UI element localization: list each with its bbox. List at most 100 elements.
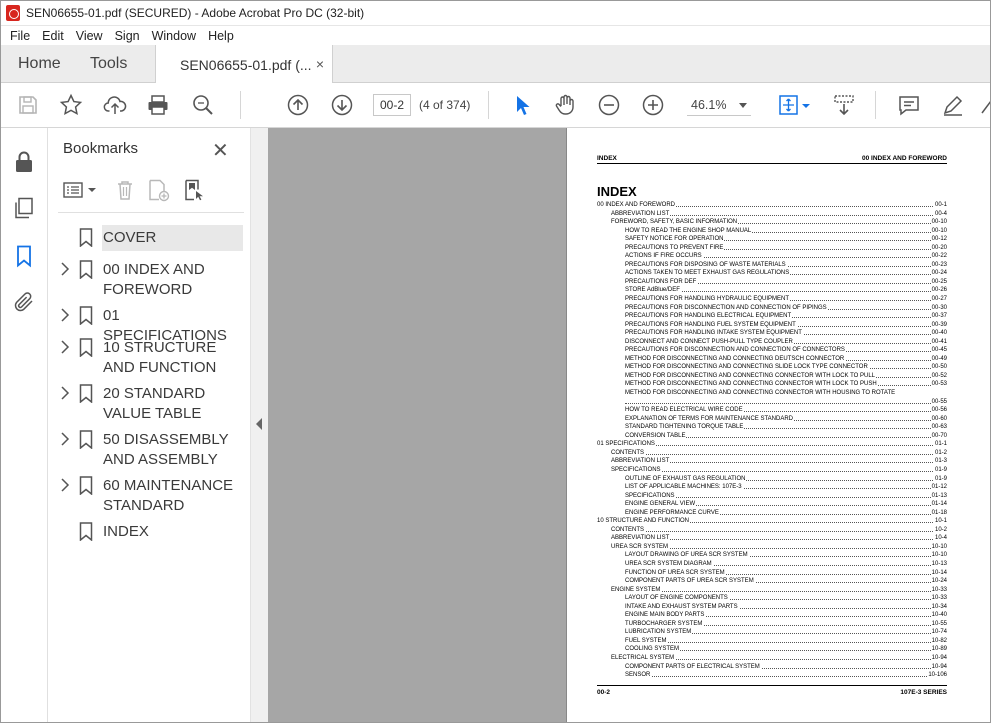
collapse-panel-icon[interactable] bbox=[256, 418, 262, 430]
toc-entry[interactable]: ABBREVIATION LIST 01-3 bbox=[597, 457, 947, 466]
toc-entry[interactable]: 00-55 bbox=[597, 397, 947, 407]
toc-entry[interactable]: 01 SPECIFICATIONS 01-1 bbox=[597, 440, 947, 449]
toc-entry[interactable]: UREA SCR SYSTEM 10-10 bbox=[597, 542, 947, 552]
toc-entry[interactable]: SPECIFICATIONS 01-9 bbox=[597, 465, 947, 475]
toc-entry[interactable]: ENGINE PERFORMANCE CURVE 01-18 bbox=[597, 508, 947, 518]
menu-edit[interactable]: Edit bbox=[36, 29, 70, 43]
toc-entry[interactable]: HOW TO READ ELECTRICAL WIRE CODE 00-56 bbox=[597, 406, 947, 415]
toc-entry[interactable]: PRECAUTIONS FOR HANDLING ELECTRICAL EQUI… bbox=[597, 312, 947, 321]
pages-thumbnail-icon[interactable] bbox=[12, 196, 36, 220]
close-tab-icon[interactable]: × bbox=[316, 56, 324, 72]
toc-entry[interactable]: PRECAUTIONS FOR HANDLING FUEL SYSTEM EQU… bbox=[597, 320, 947, 330]
toc-entry[interactable]: PRECAUTIONS FOR DISCONNECTION AND CONNEC… bbox=[597, 346, 947, 355]
toc-entry[interactable]: UREA SCR SYSTEM DIAGRAM 10-13 bbox=[597, 559, 947, 569]
toc-entry[interactable]: ENGINE SYSTEM 10-33 bbox=[597, 585, 947, 595]
toc-entry[interactable]: STORE AdBlue/DEF 00-26 bbox=[597, 286, 947, 296]
toc-entry[interactable]: LAYOUT DRAWING OF UREA SCR SYSTEM 10-10 bbox=[597, 551, 947, 560]
menu-view[interactable]: View bbox=[70, 29, 109, 43]
toc-entry[interactable]: METHOD FOR DISCONNECTING AND CONNECTING … bbox=[597, 380, 947, 390]
print-icon[interactable] bbox=[146, 93, 170, 117]
bookmark-panel-icon[interactable] bbox=[12, 244, 36, 268]
zoom-search-icon[interactable] bbox=[191, 93, 215, 117]
zoom-out-icon[interactable] bbox=[597, 93, 621, 117]
toc-entry[interactable]: LAYOUT OF ENGINE COMPONENTS 10-33 bbox=[597, 594, 947, 603]
tab-tools[interactable]: Tools bbox=[90, 45, 127, 83]
toc-entry[interactable]: METHOD FOR DISCONNECTING AND CONNECTING … bbox=[597, 371, 947, 381]
toc-entry[interactable]: ABBREVIATION LIST 10-4 bbox=[597, 534, 947, 543]
toc-entry[interactable]: CONTENTS 01-2 bbox=[597, 448, 947, 458]
select-cursor-icon[interactable] bbox=[510, 93, 534, 117]
zoom-select[interactable]: 46.1% bbox=[687, 94, 751, 116]
attachment-icon[interactable] bbox=[12, 290, 36, 314]
toc-entry[interactable]: PRECAUTIONS FOR HANDLING INTAKE SYSTEM E… bbox=[597, 329, 947, 338]
toc-entry[interactable]: ENGINE MAIN BODY PARTS 10-40 bbox=[597, 611, 947, 620]
toc-entry[interactable]: FOREWORD, SAFETY, BASIC INFORMATION 00-10 bbox=[597, 218, 947, 227]
page-down-icon[interactable] bbox=[330, 93, 354, 117]
toc-entry[interactable]: METHOD FOR DISCONNECTING AND CONNECTING … bbox=[597, 389, 947, 398]
close-panel-icon[interactable]: ✕ bbox=[212, 138, 229, 163]
document-viewport[interactable]: INDEX 00 INDEX AND FOREWORD INDEX 00 IND… bbox=[268, 128, 991, 723]
toc-entry[interactable]: ACTIONS IF FIRE OCCURS 00-22 bbox=[597, 252, 947, 261]
toc-entry[interactable]: LUBRICATION SYSTEM 10-74 bbox=[597, 628, 947, 637]
page-up-icon[interactable] bbox=[286, 93, 310, 117]
toc-entry[interactable]: FUEL SYSTEM 10-82 bbox=[597, 636, 947, 646]
chevron-right-icon[interactable] bbox=[60, 478, 70, 492]
comment-icon[interactable] bbox=[897, 93, 921, 117]
toc-entry[interactable]: COOLING SYSTEM 10-89 bbox=[597, 645, 947, 654]
tab-document[interactable]: SEN06655-01.pdf (... × bbox=[155, 45, 333, 84]
toc-entry[interactable]: METHOD FOR DISCONNECTING AND CONNECTING … bbox=[597, 363, 947, 372]
menu-file[interactable]: File bbox=[4, 29, 36, 43]
chevron-right-icon[interactable] bbox=[60, 262, 70, 276]
toc-entry[interactable]: FUNCTION OF UREA SCR SYSTEM 10-14 bbox=[597, 568, 947, 578]
fit-page-icon[interactable] bbox=[778, 93, 812, 117]
toc-entry[interactable]: ACTIONS TAKEN TO MEET EXHAUST GAS REGULA… bbox=[597, 269, 947, 278]
toc-entry[interactable]: PRECAUTIONS TO PREVENT FIRE 00-20 bbox=[597, 243, 947, 253]
toc-entry[interactable]: PRECAUTIONS FOR DISPOSING OF WASTE MATER… bbox=[597, 260, 947, 270]
save-icon[interactable] bbox=[16, 93, 40, 117]
more-tools-icon[interactable] bbox=[980, 93, 991, 117]
star-icon[interactable] bbox=[59, 93, 83, 117]
toc-entry[interactable]: COMPONENT PARTS OF ELECTRICAL SYSTEM 10-9… bbox=[597, 662, 947, 672]
toc-entry[interactable]: SPECIFICATIONS 01-13 bbox=[597, 491, 947, 501]
toc-entry[interactable]: PRECAUTIONS FOR DEF 00-25 bbox=[597, 277, 947, 287]
toc-entry[interactable]: SENSOR 10-106 bbox=[597, 671, 947, 680]
toc-entry[interactable]: 10 STRUCTURE AND FUNCTION 10-1 bbox=[597, 517, 947, 526]
scroll-mode-icon[interactable] bbox=[832, 93, 856, 117]
chevron-right-icon[interactable] bbox=[60, 308, 70, 322]
toc-entry[interactable]: CONVERSION TABLE 00-70 bbox=[597, 431, 947, 441]
bookmark-search-icon[interactable] bbox=[182, 178, 206, 202]
toc-entry[interactable]: METHOD FOR DISCONNECTING AND CONNECTING … bbox=[597, 354, 947, 364]
toc-entry[interactable]: HOW TO READ THE ENGINE SHOP MANUAL 00-10 bbox=[597, 226, 947, 236]
pen-icon[interactable] bbox=[941, 93, 965, 117]
toc-entry[interactable]: COMPONENT PARTS OF UREA SCR SYSTEM 10-24 bbox=[597, 577, 947, 586]
toc-entry[interactable]: TURBOCHARGER SYSTEM 10-55 bbox=[597, 619, 947, 629]
toc-entry[interactable]: ABBREVIATION LIST 00-4 bbox=[597, 209, 947, 219]
toc-entry[interactable]: INTAKE AND EXHAUST SYSTEM PARTS 10-34 bbox=[597, 602, 947, 612]
upload-cloud-icon[interactable] bbox=[103, 93, 127, 117]
chevron-right-icon[interactable] bbox=[60, 432, 70, 446]
toc-entry[interactable]: CONTENTS 10-2 bbox=[597, 525, 947, 535]
toc-entry[interactable]: PRECAUTIONS FOR HANDLING HYDRAULIC EQUIP… bbox=[597, 295, 947, 304]
menu-window[interactable]: Window bbox=[146, 29, 202, 43]
lock-icon[interactable] bbox=[12, 150, 36, 174]
menu-sign[interactable]: Sign bbox=[109, 29, 146, 43]
new-bookmark-icon[interactable] bbox=[146, 178, 170, 202]
toc-entry[interactable]: ELECTRICAL SYSTEM 10-94 bbox=[597, 653, 947, 663]
chevron-right-icon[interactable] bbox=[60, 340, 70, 354]
panel-splitter[interactable] bbox=[250, 128, 268, 723]
toc-entry[interactable]: SAFETY NOTICE FOR OPERATION 00-12 bbox=[597, 235, 947, 244]
toc-entry[interactable]: PRECAUTIONS FOR DISCONNECTION AND CONNEC… bbox=[597, 303, 947, 313]
toc-entry[interactable]: EXPLANATION OF TERMS FOR MAINTENANCE STA… bbox=[597, 414, 947, 424]
toc-entry[interactable]: LIST OF APPLICABLE MACHINES: 107E-3 01-12 bbox=[597, 483, 947, 492]
bookmark-options-icon[interactable] bbox=[62, 178, 98, 202]
delete-bookmark-icon[interactable] bbox=[113, 178, 137, 202]
tab-home[interactable]: Home bbox=[18, 45, 61, 83]
toc-entry[interactable]: 00 INDEX AND FOREWORD 00-1 bbox=[597, 201, 947, 210]
toc-entry[interactable]: STANDARD TIGHTENING TORQUE TABLE 00-63 bbox=[597, 423, 947, 432]
hand-tool-icon[interactable] bbox=[553, 93, 577, 117]
toc-entry[interactable]: ENGINE GENERAL VIEW 01-14 bbox=[597, 500, 947, 509]
toc-entry[interactable]: OUTLINE OF EXHAUST GAS REGULATION 01-9 bbox=[597, 474, 947, 484]
chevron-right-icon[interactable] bbox=[60, 386, 70, 400]
page-number-input[interactable]: 00-2 bbox=[373, 94, 411, 116]
zoom-in-icon[interactable] bbox=[641, 93, 665, 117]
